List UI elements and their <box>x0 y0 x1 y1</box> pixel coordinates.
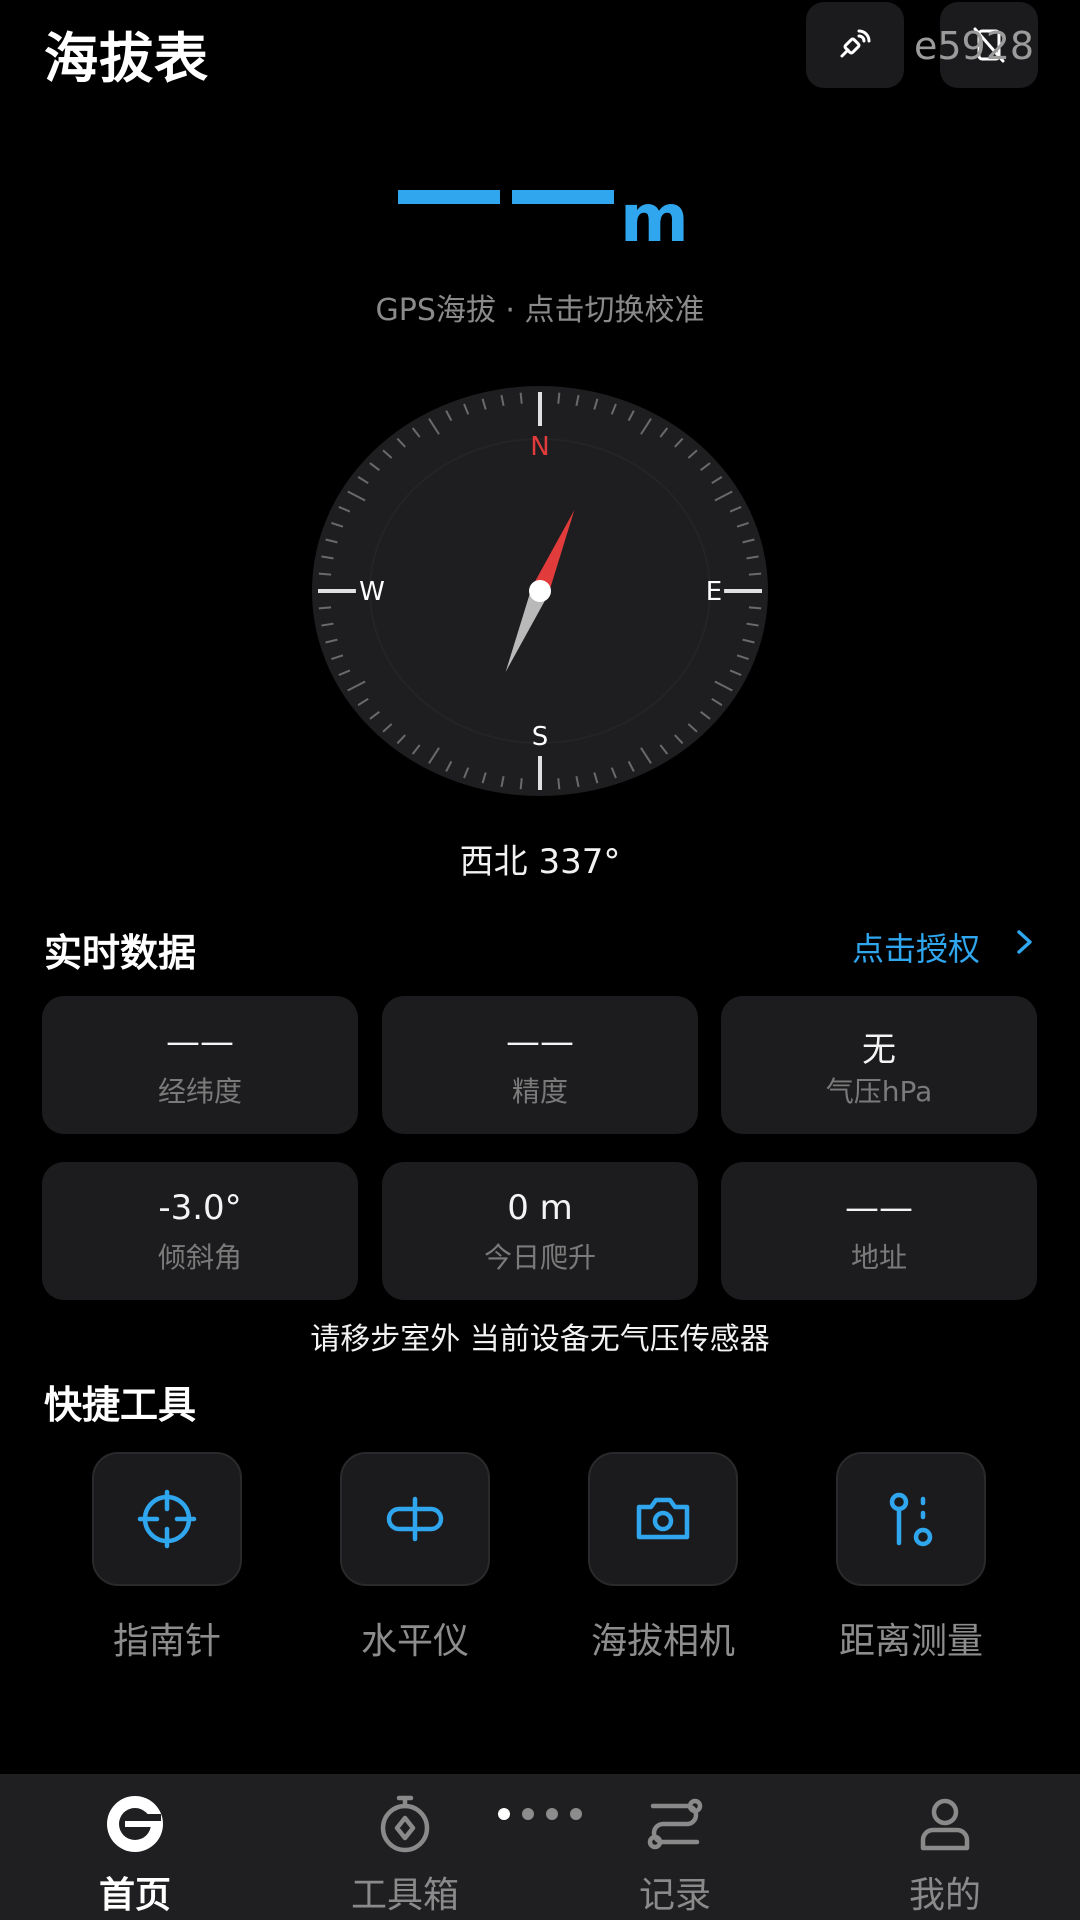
card-label: 气压hPa <box>825 1075 933 1108</box>
nav-item-records[interactable]: 记录 <box>540 1774 810 1920</box>
bottom-navigation: 首页 工具箱 记录 我的 <box>0 1774 1080 1920</box>
tool-level-button[interactable] <box>340 1452 490 1586</box>
tool-compass-label: 指南针 <box>112 1621 221 1662</box>
tool-camera-label: 海拔相机 <box>590 1621 735 1662</box>
compass-tick <box>519 778 523 790</box>
compass-tick <box>557 392 561 404</box>
device-code-label: e5928 <box>914 24 1035 68</box>
level-icon <box>386 1496 444 1542</box>
crosshair-icon <box>137 1489 197 1549</box>
card-label: 倾斜角 <box>157 1241 242 1274</box>
tool-distance-label: 距离测量 <box>838 1621 983 1662</box>
card-value: 无 <box>862 1030 896 1070</box>
satellite-button[interactable] <box>806 2 904 88</box>
pager-dot <box>522 1808 534 1820</box>
compass-tick <box>748 606 762 610</box>
tools-section-title: 快捷工具 <box>44 1383 197 1427</box>
nav-label: 工具箱 <box>350 1875 459 1916</box>
card-value: -3.0° <box>158 1188 242 1228</box>
data-card-accuracy: —— 精度 <box>382 996 698 1134</box>
compass-west-label: W <box>359 577 385 607</box>
nav-label: 我的 <box>908 1875 981 1916</box>
data-card-climb: 0 m 今日爬升 <box>382 1162 698 1300</box>
card-label: 经纬度 <box>157 1075 242 1108</box>
nav-label: 首页 <box>98 1875 171 1916</box>
pager-dot <box>498 1808 510 1820</box>
tool-distance-button[interactable] <box>836 1452 986 1586</box>
nav-label: 记录 <box>638 1875 711 1916</box>
authorize-link[interactable]: 点击授权 <box>852 924 980 970</box>
compass-tick <box>557 778 561 790</box>
compass-tick <box>318 572 332 576</box>
compass-east-label: E <box>706 577 722 607</box>
data-card-tilt: -3.0° 倾斜角 <box>42 1162 358 1300</box>
heading-readout: 西北 337° <box>459 842 621 882</box>
compass-south-label: S <box>532 722 549 752</box>
card-value: 0 m <box>507 1188 573 1228</box>
pager-dot <box>570 1808 582 1820</box>
compass-dial[interactable]: N E S W <box>310 384 770 798</box>
compass-tick <box>519 392 523 404</box>
camera-icon <box>636 1497 690 1540</box>
altitude-placeholder-dash <box>398 190 500 204</box>
card-label: 精度 <box>511 1075 568 1108</box>
tool-compass-button[interactable] <box>92 1452 242 1586</box>
user-icon <box>920 1798 970 1851</box>
compass-north-label: N <box>530 432 549 462</box>
altimeter-home-screen: 海拔表 e5928 m GPS海拔 · 点击切换校准 N E S W 西北 33… <box>0 0 1080 1920</box>
data-card-address: —— 地址 <box>721 1162 1037 1300</box>
realtime-section-title: 实时数据 <box>44 931 197 975</box>
card-value: —— <box>166 1022 234 1062</box>
route-icon <box>647 1798 703 1850</box>
nav-item-toolbox[interactable]: 工具箱 <box>270 1774 540 1920</box>
pager-dot <box>546 1808 558 1820</box>
compass-tick <box>318 606 332 610</box>
home-icon <box>107 1796 163 1852</box>
chevron-right-icon[interactable] <box>1010 922 1040 962</box>
satellite-icon <box>840 29 871 58</box>
nav-item-profile[interactable]: 我的 <box>810 1774 1080 1920</box>
compass-tick <box>748 572 762 576</box>
tool-level-label: 水平仪 <box>360 1621 469 1662</box>
app-title: 海拔表 <box>44 27 209 90</box>
tool-camera-button[interactable] <box>588 1452 738 1586</box>
card-value: —— <box>506 1022 574 1062</box>
nav-item-home[interactable]: 首页 <box>0 1774 270 1920</box>
altitude-unit[interactable]: m <box>620 186 689 252</box>
distance-icon <box>889 1492 933 1547</box>
data-card-pressure: 无 气压hPa <box>721 996 1037 1134</box>
card-label: 今日爬升 <box>483 1241 596 1274</box>
card-value: —— <box>845 1188 913 1228</box>
card-label: 地址 <box>850 1241 907 1274</box>
altitude-placeholder-dash <box>512 190 614 204</box>
toolbox-icon <box>380 1795 430 1853</box>
sensor-notice: 请移步室外 当前设备无气压传感器 <box>310 1322 770 1357</box>
altitude-hint[interactable]: GPS海拔 · 点击切换校准 <box>0 285 1080 329</box>
data-card-coordinates: —— 经纬度 <box>42 996 358 1134</box>
